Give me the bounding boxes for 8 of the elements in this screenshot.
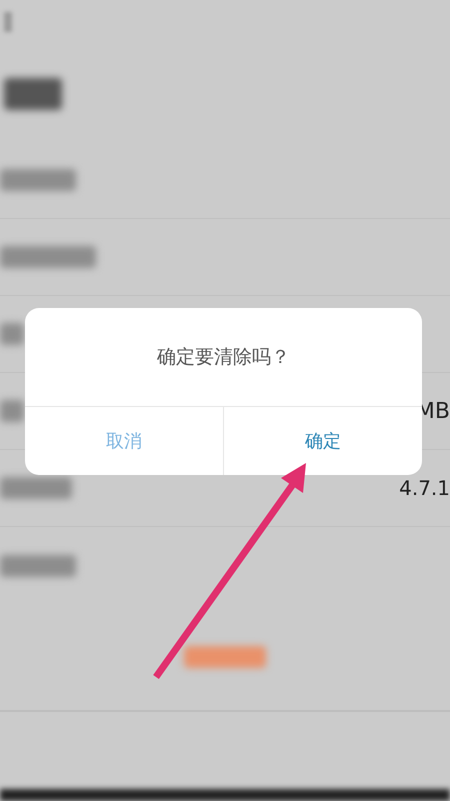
blurred-label (4, 78, 62, 110)
blurred-label (0, 323, 24, 345)
blurred-label (0, 477, 72, 499)
blurred-label (0, 400, 24, 422)
dialog-message: 确定要清除吗？ (156, 344, 291, 370)
blurred-logout-button[interactable] (184, 646, 266, 668)
version-number: 4.7.1 (399, 475, 450, 502)
cancel-button[interactable]: 取消 (25, 407, 223, 475)
